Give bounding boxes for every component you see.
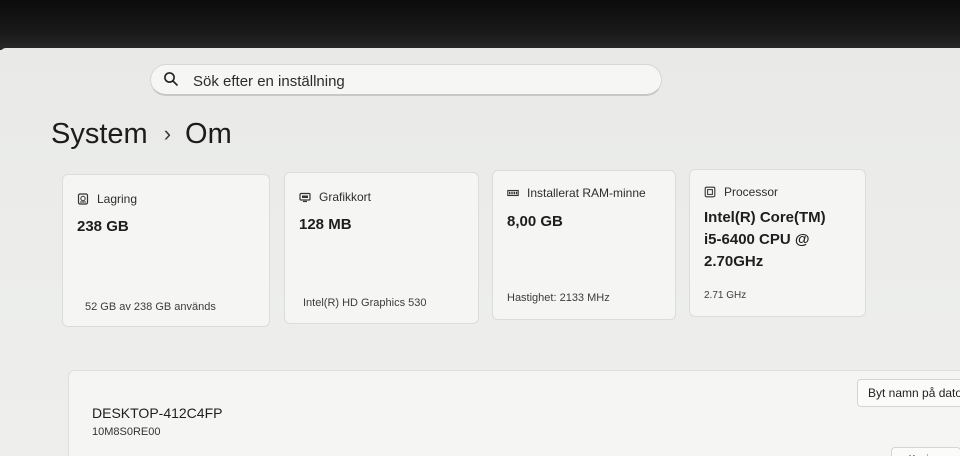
storage-icon — [77, 193, 89, 205]
processor-card[interactable]: Processor Intel(R) Core(TM) i5-6400 CPU … — [689, 169, 866, 317]
ram-card[interactable]: Installerat RAM-minne 8,00 GB Hastighet:… — [492, 170, 676, 320]
graphics-card-icon — [299, 192, 311, 203]
storage-card-value: 238 GB — [77, 218, 129, 235]
storage-card[interactable]: Lagring 238 GB 52 GB av 238 GB används — [62, 174, 270, 327]
processor-card-value: Intel(R) Core(TM) i5-6400 CPU @ 2.70GHz — [704, 209, 826, 270]
processor-card-detail: 2.71 GHz — [704, 290, 747, 301]
page-title: Om — [185, 117, 232, 150]
search-input[interactable] — [191, 68, 645, 94]
breadcrumb-parent[interactable]: System — [51, 118, 148, 151]
monitor-bezel — [0, 0, 960, 50]
storage-card-detail: 52 GB av 238 GB används — [85, 301, 216, 313]
graphics-card-value: 128 MB — [299, 216, 352, 233]
processor-icon — [704, 186, 716, 198]
ram-card-title: Installerat RAM-minne — [527, 186, 646, 200]
device-model: 10M8S0RE00 — [92, 426, 161, 438]
device-name: DESKTOP-412C4FP — [92, 405, 223, 421]
device-panel: DESKTOP-412C4FP 10M8S0RE00 Byt namn på d… — [68, 370, 960, 456]
ram-icon — [507, 189, 519, 197]
processor-card-title: Processor — [724, 185, 779, 199]
breadcrumb-separator: › — [163, 121, 172, 146]
search-icon — [164, 72, 178, 86]
graphics-card[interactable]: Grafikkort 128 MB Intel(R) HD Graphics 5… — [284, 172, 479, 324]
rename-pc-button[interactable]: Byt namn på dator — [857, 379, 960, 407]
storage-card-title: Lagring — [97, 192, 138, 206]
ram-card-detail: Hastighet: 2133 MHz — [507, 292, 610, 304]
breadcrumb: System › Om — [51, 114, 232, 154]
graphics-card-title: Grafikkort — [319, 190, 372, 204]
copy-button[interactable]: Kopiera — [891, 447, 960, 456]
search-box[interactable] — [150, 64, 662, 96]
graphics-card-detail: Intel(R) HD Graphics 530 — [303, 297, 427, 309]
ram-card-value: 8,00 GB — [507, 213, 563, 230]
